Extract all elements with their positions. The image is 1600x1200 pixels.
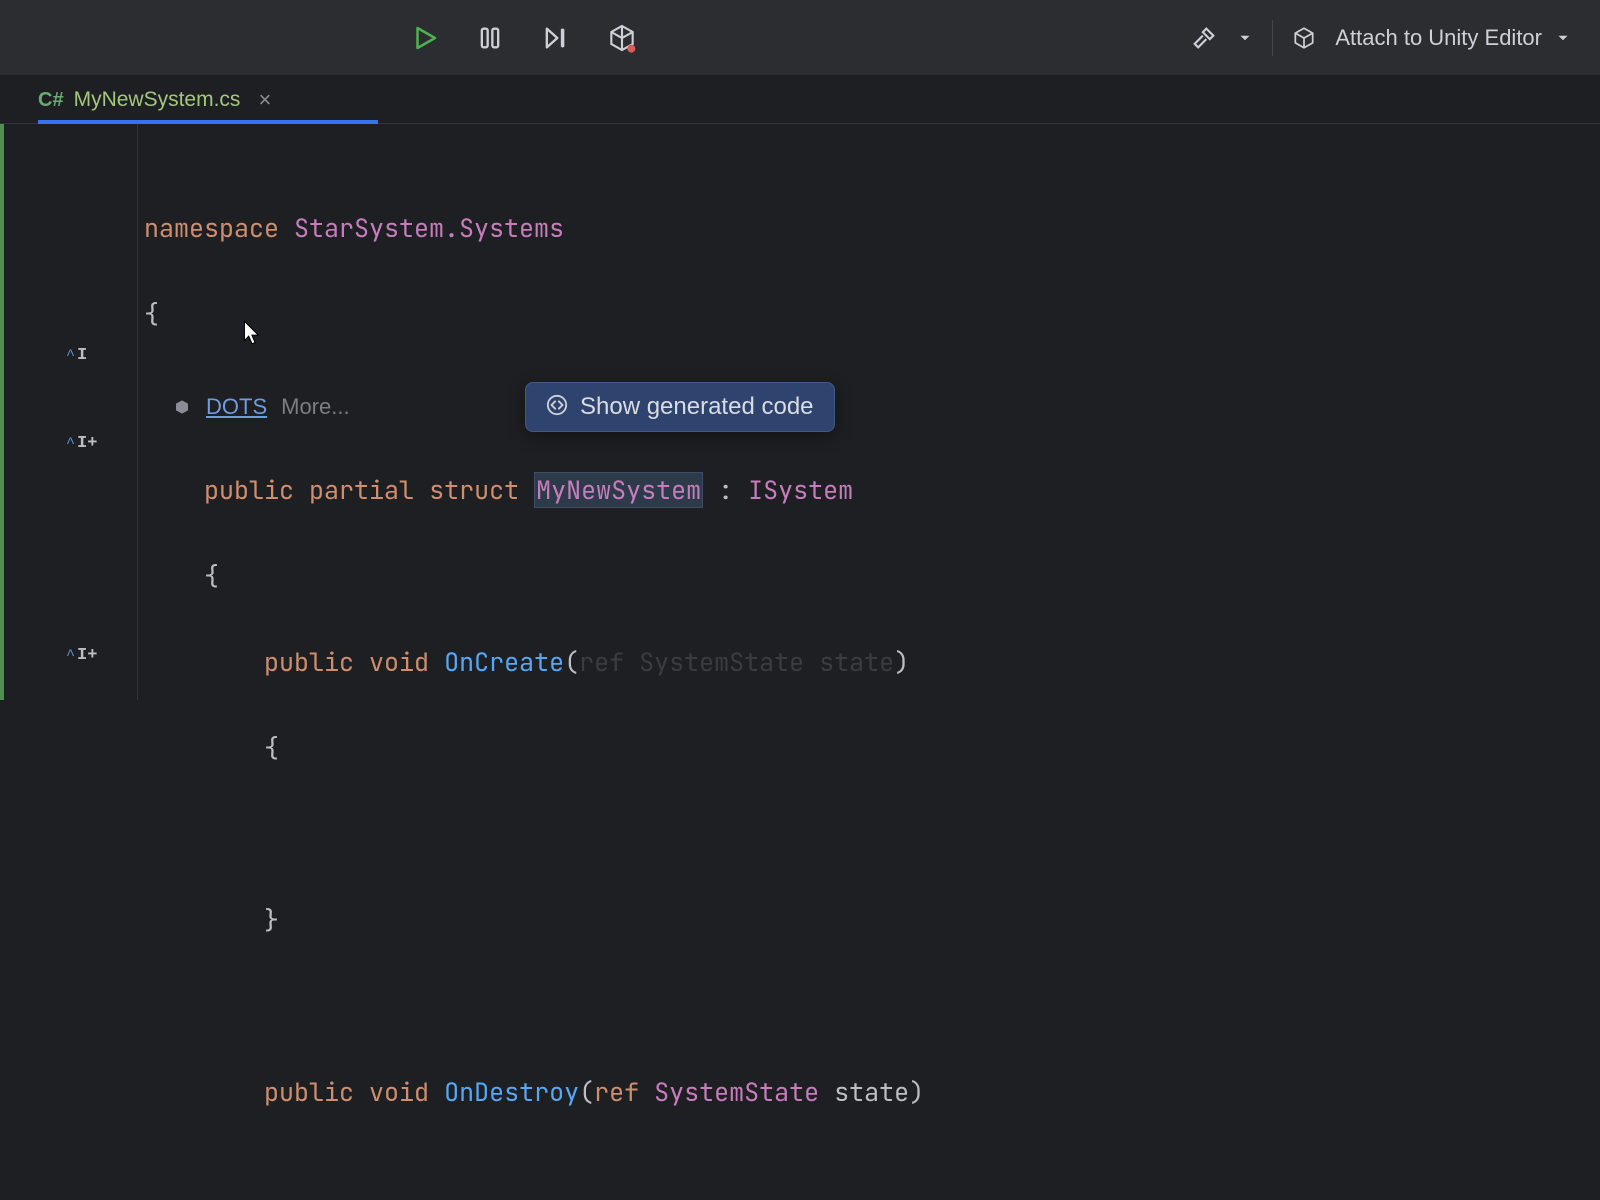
kw-void: void — [369, 1075, 429, 1109]
method-oncreate: OnCreate — [444, 645, 564, 679]
run-config-selector[interactable]: Attach to Unity Editor — [1335, 25, 1572, 51]
kw-ref: ref — [579, 645, 624, 679]
debug-controls-group — [410, 22, 638, 54]
pause-button[interactable] — [476, 24, 504, 52]
kw-namespace: namespace — [144, 211, 279, 245]
param-name: state — [834, 1075, 909, 1109]
play-button[interactable] — [410, 23, 440, 53]
code-editor[interactable]: namespace StarSystem.Systems { DOTS More… — [138, 124, 1600, 700]
popup-label: Show generated code — [580, 393, 814, 421]
sig-open: ( — [564, 645, 579, 679]
param-type: SystemState — [639, 645, 804, 679]
kw-public: public — [204, 473, 294, 507]
kw-public: public — [264, 1075, 354, 1109]
sig-close: ) — [894, 645, 909, 679]
gutter[interactable]: ^I ^I+ ^I+ — [8, 124, 138, 700]
code-icon — [546, 394, 568, 421]
colon: : — [703, 473, 748, 507]
gutter-fold-icon[interactable]: ^I — [66, 346, 87, 365]
gutter-fold-icon[interactable]: ^I+ — [66, 434, 97, 453]
more-codevision-link[interactable]: More... — [281, 385, 349, 428]
gutter-fold-icon[interactable]: ^I+ — [66, 646, 97, 665]
sig-open: ( — [579, 1075, 594, 1109]
kw-partial: partial — [309, 473, 414, 507]
kw-struct: struct — [429, 473, 519, 507]
vcs-change-bar — [0, 124, 8, 700]
namespace-name: StarSystem.Systems — [294, 211, 564, 245]
param-type: SystemState — [654, 1075, 819, 1109]
build-hammer-icon[interactable] — [1190, 24, 1218, 52]
toolbar-separator — [1272, 20, 1273, 56]
brace-open: { — [204, 559, 219, 593]
brace-open: { — [264, 731, 279, 765]
brace-open: { — [144, 297, 159, 331]
toolbar-right-group: Attach to Unity Editor — [1190, 20, 1572, 56]
debug-cube-icon[interactable] — [1291, 25, 1317, 51]
sig-close: ) — [909, 1075, 924, 1109]
code-vision-row: DOTS More... — [174, 385, 1600, 428]
tab-filename: MyNewSystem.cs — [74, 88, 241, 112]
show-generated-code-popup[interactable]: Show generated code — [525, 382, 835, 432]
run-config-label: Attach to Unity Editor — [1335, 25, 1542, 51]
kw-ref: ref — [594, 1075, 639, 1109]
brace-close: } — [264, 903, 279, 937]
tab-language-badge: C# — [38, 89, 64, 112]
interface-name: ISystem — [748, 473, 853, 507]
tab-mynewsystem[interactable]: C# MyNewSystem.cs × — [20, 77, 289, 123]
build-config-dropdown[interactable] — [1236, 29, 1254, 47]
top-toolbar: Attach to Unity Editor — [0, 0, 1600, 76]
kw-void: void — [369, 645, 429, 679]
close-tab-button[interactable]: × — [258, 87, 271, 113]
editor-tab-bar: C# MyNewSystem.cs × — [0, 76, 1600, 124]
struct-name: MyNewSystem — [534, 472, 703, 508]
param-name: state — [819, 645, 894, 679]
kw-public: public — [264, 645, 354, 679]
step-over-button[interactable] — [540, 24, 570, 52]
unity-services-icon[interactable] — [606, 22, 638, 54]
unity-icon — [174, 398, 192, 416]
method-ondestroy: OnDestroy — [444, 1075, 579, 1109]
dots-codevision-link[interactable]: DOTS — [206, 385, 267, 428]
